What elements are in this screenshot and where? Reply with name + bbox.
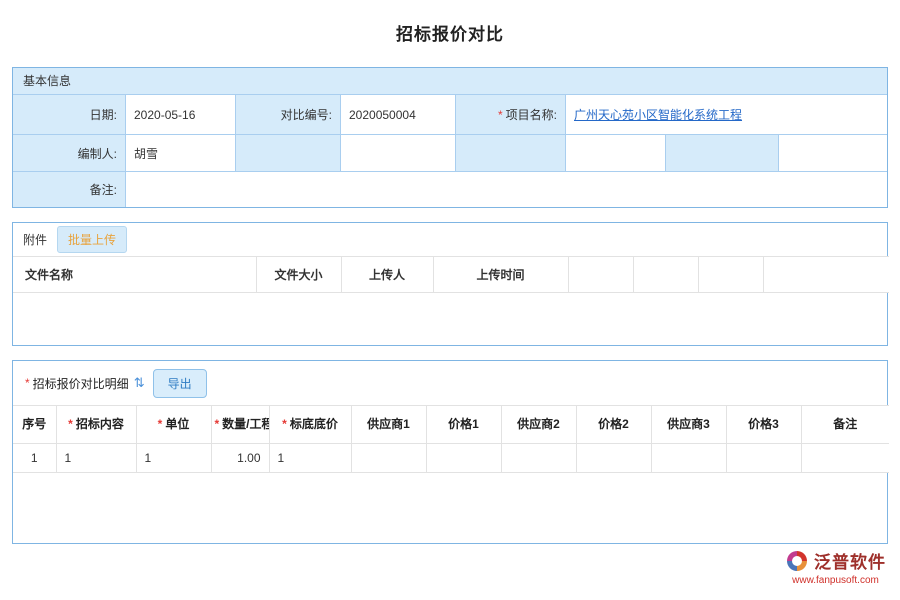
cell-seq: 1: [13, 444, 56, 473]
basic-info-header: 基本信息: [13, 68, 887, 95]
creator-label: 编制人:: [13, 135, 126, 172]
col-header-file-name: 文件名称: [13, 257, 256, 293]
empty-label-cell: [666, 135, 779, 172]
col-header-file-size: 文件大小: [256, 257, 341, 293]
col-header-text: 招标内容: [76, 417, 124, 431]
sort-icon[interactable]: ⇅: [134, 375, 145, 391]
col-header-price2: 价格2: [576, 406, 651, 444]
cell-supplier3: [651, 444, 726, 473]
col-header-price1: 价格1: [426, 406, 501, 444]
detail-toolbar: * 招标报价对比明细 ⇅ 导出: [13, 361, 887, 405]
col-header-supplier2: 供应商2: [501, 406, 576, 444]
col-header-unit: *单位: [136, 406, 211, 444]
cell-supplier1: [351, 444, 426, 473]
cell-price2: [576, 444, 651, 473]
col-header-quantity: *数量/工程量: [211, 406, 269, 444]
col-header-supplier3: 供应商3: [651, 406, 726, 444]
empty-value-cell: [566, 135, 666, 172]
col-header-base-price: *标底底价: [269, 406, 351, 444]
col-header-empty: [763, 257, 889, 293]
col-header-supplier1: 供应商1: [351, 406, 426, 444]
detail-header-row: 序号 *招标内容 *单位 *数量/工程量 *标底底价 供应商1 价格1 供应商2…: [13, 406, 889, 444]
remark-value: [126, 172, 887, 207]
required-mark: *: [498, 108, 503, 122]
attachments-empty-area: [13, 293, 887, 345]
attachments-section: 附件 批量上传 文件名称 文件大小 上传人 上传时间: [12, 222, 888, 346]
project-name-cell: 广州天心苑小区智能化系统工程: [566, 95, 887, 135]
attachments-table: 文件名称 文件大小 上传人 上传时间: [13, 256, 889, 293]
detail-data-row: 1 1 1 1.00 1: [13, 444, 889, 473]
basic-info-row-1: 日期: 2020-05-16 对比编号: 2020050004 * 项目名称: …: [13, 95, 887, 135]
compare-no-value: 2020050004: [341, 95, 456, 135]
cell-unit: 1: [136, 444, 211, 473]
date-value: 2020-05-16: [126, 95, 236, 135]
brand-website[interactable]: www.fanpusoft.com: [785, 575, 886, 586]
required-mark: *: [25, 376, 30, 390]
date-label: 日期:: [13, 95, 126, 135]
brand-swirl-icon: [785, 549, 809, 573]
cell-price3: [726, 444, 801, 473]
col-header-empty: [698, 257, 763, 293]
col-header-upload-time: 上传时间: [433, 257, 568, 293]
empty-value-cell: [779, 135, 887, 172]
col-header-empty: [568, 257, 633, 293]
required-mark: *: [68, 417, 73, 431]
cell-bid-content: 1: [56, 444, 136, 473]
col-header-text: 数量/工程量: [222, 417, 269, 431]
brand-row: 泛普软件: [785, 548, 886, 573]
col-header-bid-content: *招标内容: [56, 406, 136, 444]
col-header-text: 标底底价: [290, 417, 338, 431]
page-title: 招标报价对比: [0, 0, 900, 67]
detail-title: 招标报价对比明细: [33, 375, 129, 392]
col-header-price3: 价格3: [726, 406, 801, 444]
empty-value-cell: [341, 135, 456, 172]
col-header-uploader: 上传人: [341, 257, 433, 293]
col-header-empty: [633, 257, 698, 293]
detail-table: 序号 *招标内容 *单位 *数量/工程量 *标底底价 供应商1 价格1 供应商2…: [13, 405, 889, 473]
creator-value: 胡雪: [126, 135, 236, 172]
cell-remark: [801, 444, 889, 473]
remark-label: 备注:: [13, 172, 126, 207]
empty-label-cell: [236, 135, 341, 172]
col-header-text: 单位: [165, 417, 189, 431]
basic-info-row-2: 编制人: 胡雪: [13, 135, 887, 172]
cell-price1: [426, 444, 501, 473]
required-mark: *: [282, 417, 287, 431]
col-header-remark: 备注: [801, 406, 889, 444]
attachments-title: 附件: [23, 231, 47, 248]
cell-quantity: 1.00: [211, 444, 269, 473]
detail-section: * 招标报价对比明细 ⇅ 导出 序号 *招标内容 *单位 *数量/工程量 *标底…: [12, 360, 888, 544]
compare-no-label: 对比编号:: [236, 95, 341, 135]
empty-label-cell: [456, 135, 566, 172]
required-mark: *: [215, 417, 220, 431]
project-name-link[interactable]: 广州天心苑小区智能化系统工程: [574, 106, 742, 123]
attachments-header: 附件 批量上传: [13, 223, 887, 256]
brand-footer: 泛普软件 www.fanpusoft.com: [785, 548, 886, 586]
project-name-label-text: 项目名称:: [506, 106, 557, 123]
cell-supplier2: [501, 444, 576, 473]
detail-empty-area: [13, 473, 887, 543]
basic-info-row-3: 备注:: [13, 172, 887, 207]
col-header-seq: 序号: [13, 406, 56, 444]
project-name-label: * 项目名称:: [456, 95, 566, 135]
required-mark: *: [158, 417, 163, 431]
basic-info-section: 基本信息 日期: 2020-05-16 对比编号: 2020050004 * 项…: [12, 67, 888, 208]
brand-name: 泛普软件: [814, 548, 886, 573]
attachments-header-row: 文件名称 文件大小 上传人 上传时间: [13, 257, 889, 293]
cell-base-price: 1: [269, 444, 351, 473]
batch-upload-button[interactable]: 批量上传: [57, 226, 127, 253]
export-button[interactable]: 导出: [153, 369, 207, 398]
